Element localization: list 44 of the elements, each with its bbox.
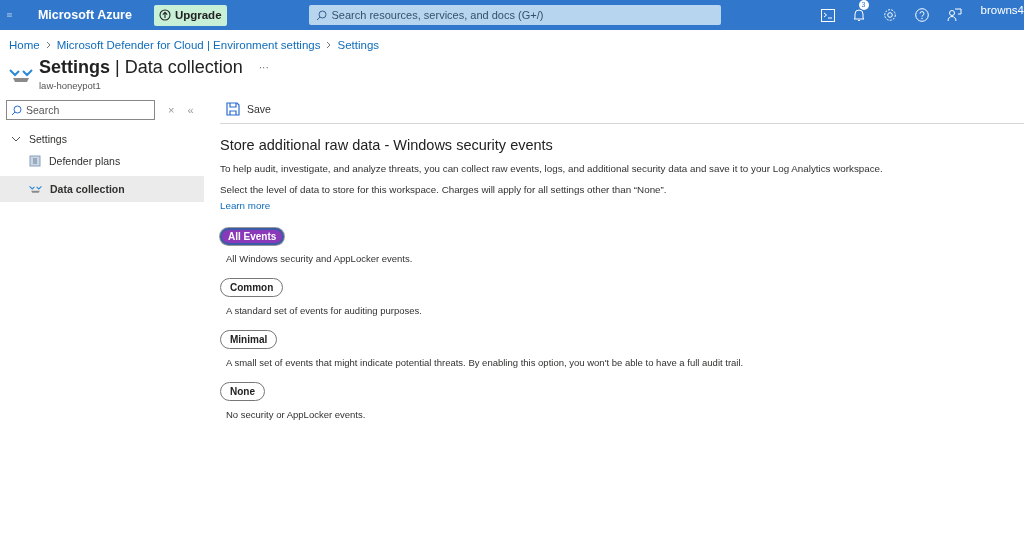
instruction-text: Select the level of data to store for this workspace. Charges will apply for all settings other than “None”. [220,184,668,195]
menu-icon[interactable] [7,10,12,20]
search-icon [315,10,327,21]
help-icon[interactable] [914,8,929,22]
save-icon [226,102,240,116]
option-button[interactable]: All Events [220,228,285,245]
resource-name: law-honeypot1 [39,80,102,91]
bell-icon[interactable] [852,8,865,22]
breadcrumb-link[interactable]: Settings [337,39,380,51]
search-field[interactable]: Search resources, services, and docs (G+/) [308,5,721,25]
chevron-icon [45,41,51,49]
more-button[interactable]: ··· [258,62,269,73]
chevron-icon [326,41,332,49]
brand-name[interactable]: Microsoft Azure [37,8,132,22]
arrow-up-icon [158,9,171,21]
breadcrumb-link[interactable]: Microsoft Defender for Cloud | Environment settings [56,39,321,51]
sidebar-item[interactable]: Data collection [0,176,204,202]
section-heading: Store additional raw data - Windows security events [220,137,554,153]
save-button[interactable]: Save [220,100,277,118]
chevron-icon [11,136,21,142]
page-title: Settings | Data collection [39,57,243,78]
search-icon [11,105,22,116]
document-icon [29,155,41,167]
option-description: No security or AppLocker events. [226,409,367,420]
option-description: All Windows security and AppLocker events. [226,253,414,264]
option-button[interactable]: None [220,382,265,401]
option-description: A standard set of events for auditing purposes. [226,305,423,316]
collection-icon [29,184,42,194]
feedback-icon[interactable] [946,8,962,22]
sidebar-item[interactable]: Defender plans [0,148,204,174]
learn-more-link[interactable]: Learn more [220,200,271,211]
collection-icon [9,66,33,84]
user-name[interactable]: browns4 [980,4,1024,16]
settings-icon[interactable] [882,8,897,22]
search-field[interactable]: Search [6,100,155,120]
option-button[interactable]: Common [220,278,284,297]
option-description: A small set of events that might indicate potential threats. By enabling this option, you won't be able to have a full audit trail. [226,357,745,368]
option-button[interactable]: Minimal [220,330,278,349]
tree-group-toggle[interactable]: Settings [0,120,204,146]
group-label: Settings [29,133,67,145]
breadcrumb-link[interactable]: Home [9,39,40,51]
intro-text: To help audit, investigate, and analyze threats, you can collect raw events, logs, and additional security data and save it to your Log Analytics workspace. [220,163,884,174]
upgrade-button[interactable]: Upgrade [153,4,227,26]
terminal-icon[interactable] [820,8,835,22]
